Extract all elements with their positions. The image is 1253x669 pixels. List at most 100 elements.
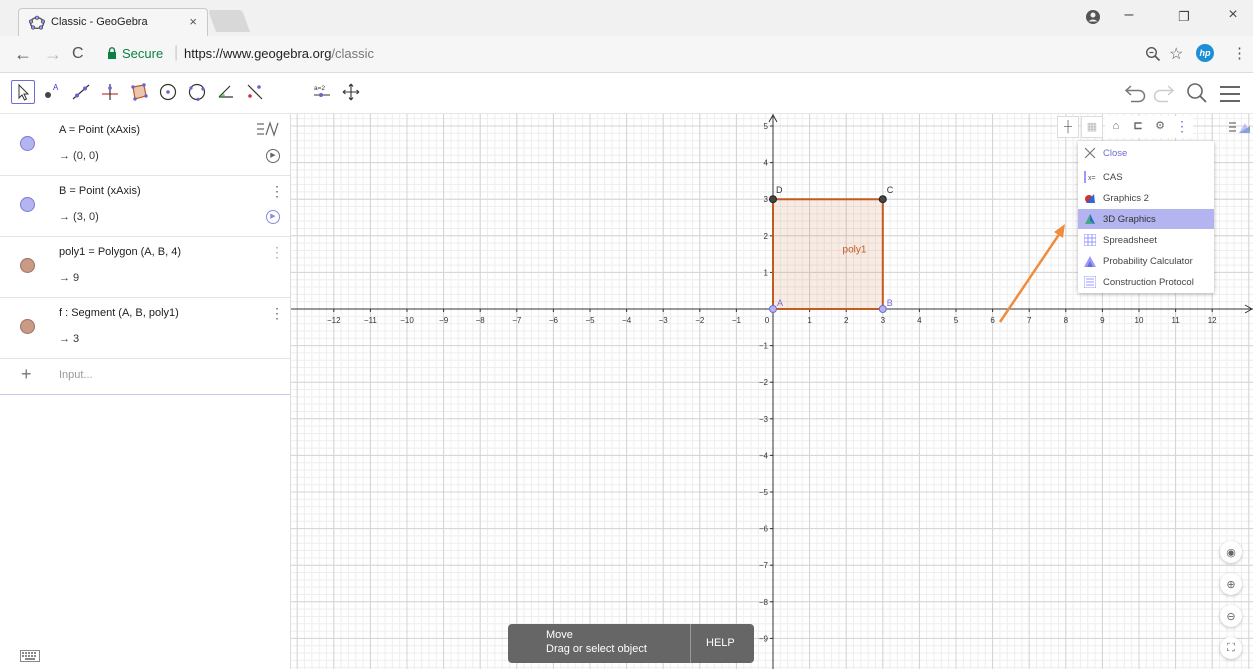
more-options-icon[interactable]: ⋮: [270, 183, 284, 200]
y-tick-label: −3: [759, 415, 769, 424]
point-capture-icon[interactable]: ⊏: [1127, 116, 1149, 138]
zoom-page-icon[interactable]: [1145, 46, 1161, 62]
angle-tool-button[interactable]: [214, 80, 238, 104]
menu-item-construction-protocol[interactable]: Construction Protocol: [1078, 272, 1214, 292]
menu-item-graphics-2[interactable]: Graphics 2: [1078, 188, 1214, 208]
value-B: → (3, 0): [59, 211, 99, 223]
x-tick-label: 2: [844, 316, 849, 325]
move-graphics-tool-button[interactable]: [339, 80, 363, 104]
close-icon: [1084, 147, 1096, 159]
line-tool-button[interactable]: [69, 80, 93, 104]
x-tick-label: 0: [765, 316, 770, 325]
y-tick-label: −8: [759, 598, 769, 607]
menu-item-3d-graphics[interactable]: 3D Graphics: [1078, 209, 1214, 229]
polygon-tool-button[interactable]: [127, 80, 151, 104]
reflect-tool-button[interactable]: [243, 80, 267, 104]
menu-item-probability-calculator[interactable]: Probability Calculator: [1078, 251, 1214, 271]
back-icon[interactable]: ←: [14, 44, 32, 65]
search-icon[interactable]: [1186, 82, 1208, 104]
view-menu-icon[interactable]: ⋮: [1171, 116, 1193, 138]
input-bar[interactable]: + Input...: [0, 358, 290, 395]
restore-button[interactable]: ❐: [1169, 9, 1199, 25]
y-tick-label: −2: [759, 378, 769, 387]
visibility-toggle-B[interactable]: [20, 197, 35, 212]
x-tick-label: 3: [881, 316, 886, 325]
x-tick-label: 4: [917, 316, 922, 325]
algebra-style-icon[interactable]: [1228, 119, 1252, 135]
spreadsheet-icon: [1084, 234, 1096, 246]
menu-item-close[interactable]: Close: [1078, 143, 1214, 163]
tab-close-icon[interactable]: ×: [189, 14, 197, 29]
x-tick-label: −10: [400, 316, 414, 325]
definition-B: B = Point (xAxis): [59, 185, 141, 197]
circle-three-points-tool-button[interactable]: [185, 80, 209, 104]
slider-tool-button[interactable]: a=2: [310, 80, 334, 104]
point-B: [878, 305, 887, 313]
bookmark-star-icon[interactable]: ☆: [1169, 44, 1183, 64]
forward-icon[interactable]: →: [44, 44, 62, 65]
redo-icon[interactable]: [1150, 82, 1176, 104]
svg-text:x=: x=: [1088, 175, 1096, 182]
undo-icon[interactable]: [1123, 82, 1149, 104]
point-A: [769, 305, 777, 313]
standard-view-button[interactable]: ◉: [1220, 541, 1242, 563]
axes-toggle-icon[interactable]: ┼: [1057, 116, 1079, 138]
zoom-out-icon: ⊖: [1226, 610, 1236, 623]
browser-tab[interactable]: Classic - GeoGebra ×: [18, 8, 208, 36]
algebra-row-f[interactable]: f : Segment (A, B, poly1) → 3 ⋮: [0, 297, 290, 359]
point-B-label: B: [887, 298, 893, 308]
circle-three-points-icon: [188, 83, 206, 101]
zoom-out-button[interactable]: ⊖: [1220, 605, 1242, 627]
menu-item-spreadsheet[interactable]: Spreadsheet: [1078, 230, 1214, 250]
visibility-toggle-f[interactable]: [20, 319, 35, 334]
y-tick-label: −5: [759, 488, 769, 497]
x-tick-label: −5: [585, 316, 595, 325]
help-button[interactable]: HELP: [706, 637, 735, 649]
more-options-icon[interactable]: ⋮: [270, 244, 284, 261]
y-tick-label: −7: [759, 561, 769, 570]
home-icon[interactable]: ⌂: [1105, 116, 1127, 138]
menu-item-label: Probability Calculator: [1103, 256, 1193, 267]
cas-icon: x=: [1084, 171, 1096, 183]
circle-tool-button[interactable]: [156, 80, 180, 104]
play-icon[interactable]: ▶: [266, 210, 280, 224]
add-icon[interactable]: +: [21, 364, 32, 385]
url-separator: |: [174, 44, 179, 61]
reload-icon[interactable]: C: [72, 45, 84, 63]
grid-toggle-icon[interactable]: ▦: [1081, 116, 1103, 138]
url-text: https://www.geogebra.org/classic: [184, 46, 375, 61]
secure-label: Secure: [122, 46, 164, 61]
settings-gear-icon[interactable]: ⚙: [1149, 116, 1171, 138]
x-tick-label: −3: [659, 316, 669, 325]
algebra-row-B[interactable]: B = Point (xAxis) → (3, 0) ⋮ ▶: [0, 175, 290, 237]
hp-extension-icon[interactable]: hp: [1196, 44, 1214, 62]
visibility-toggle-poly1[interactable]: [20, 258, 35, 273]
svg-text:A: A: [53, 83, 59, 92]
browser-menu-icon[interactable]: ⋮: [1232, 44, 1247, 62]
visibility-toggle-A[interactable]: [20, 136, 35, 151]
x-tick-label: −4: [622, 316, 632, 325]
x-tick-label: 1: [807, 316, 812, 325]
minimize-button[interactable]: –: [1114, 6, 1144, 24]
algebra-row-poly1[interactable]: poly1 = Polygon (A, B, 4) → 9 ⋮: [0, 236, 290, 298]
play-icon[interactable]: ▶: [266, 149, 280, 163]
menu-item-label: CAS: [1103, 172, 1123, 183]
perpendicular-tool-button[interactable]: [98, 80, 122, 104]
move-tool-button[interactable]: [11, 80, 35, 104]
close-window-button[interactable]: ×: [1218, 6, 1248, 24]
zoom-in-button[interactable]: ⊕: [1220, 573, 1242, 595]
point-tool-button[interactable]: A: [40, 80, 64, 104]
y-tick-label: −6: [759, 525, 769, 534]
keyboard-icon[interactable]: [20, 650, 40, 662]
url-field[interactable]: Secure | https://www.geogebra.org/classi…: [98, 42, 1198, 66]
more-options-icon[interactable]: ⋮: [270, 305, 284, 322]
account-icon[interactable]: [1085, 9, 1101, 25]
fullscreen-button[interactable]: ⛶: [1220, 637, 1242, 659]
hamburger-menu-icon[interactable]: [1219, 84, 1241, 104]
y-tick-label: −4: [759, 451, 769, 460]
menu-item-cas[interactable]: x= CAS: [1078, 167, 1214, 187]
tab-title: Classic - GeoGebra: [51, 16, 148, 28]
algebra-row-A[interactable]: A = Point (xAxis) → (0, 0) ▶: [0, 114, 290, 176]
y-tick-label: 5: [764, 122, 769, 131]
algebra-view: A = Point (xAxis) → (0, 0) ▶ B = Point (…: [0, 114, 291, 669]
